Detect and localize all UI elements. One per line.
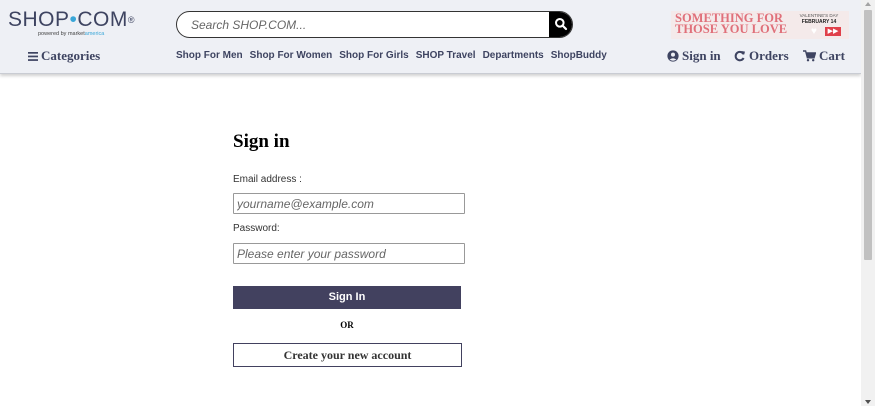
heart-icon: ♥ <box>811 26 817 37</box>
search-bar <box>176 11 573 38</box>
logo-wordmark: SHOP•COM® <box>8 8 136 31</box>
scroll-down-arrow-icon[interactable] <box>865 400 871 404</box>
password-field[interactable] <box>233 243 465 264</box>
promo-date: VALENTINE'S DAY FEBRUARY 14 <box>799 13 839 25</box>
search-button[interactable] <box>549 12 572 37</box>
valentines-promo-banner[interactable]: SOMETHING FOR THOSE YOU LOVE VALENTINE'S … <box>671 11 849 39</box>
signin-button[interactable]: Sign In <box>233 286 461 309</box>
logo-tagline: powered by marketamerica <box>38 31 105 37</box>
orders-link[interactable]: Orders <box>734 48 789 64</box>
site-logo[interactable]: SHOP•COM® powered by marketamerica <box>8 8 136 38</box>
categories-label: Categories <box>41 48 101 63</box>
site-header: SHOP•COM® powered by marketamerica SOMET… <box>0 0 861 74</box>
search-input[interactable] <box>191 15 551 34</box>
email-field[interactable] <box>233 193 465 214</box>
search-icon <box>555 18 568 31</box>
hamburger-icon <box>28 51 38 61</box>
promo-headline: SOMETHING FOR THOSE YOU LOVE <box>675 11 788 36</box>
main-nav: Shop For Men Shop For Women Shop For Gir… <box>176 50 614 61</box>
signin-link[interactable]: Sign in <box>667 48 721 64</box>
nav-item-shop-for-men[interactable]: Shop For Men <box>176 50 243 61</box>
email-label: Email address : <box>233 174 302 185</box>
nav-item-shop-for-girls[interactable]: Shop For Girls <box>339 50 408 61</box>
signin-link-label: Sign in <box>682 48 721 63</box>
orders-link-label: Orders <box>749 48 789 63</box>
categories-menu[interactable]: Categories <box>28 48 100 64</box>
create-account-button[interactable]: Create your new account <box>233 343 462 367</box>
password-label: Password: <box>233 223 280 234</box>
nav-item-departments[interactable]: Departments <box>483 50 544 61</box>
scroll-up-arrow-icon[interactable] <box>865 2 871 6</box>
scrollbar-thumb[interactable] <box>864 10 872 260</box>
or-divider: OR <box>340 320 354 330</box>
page-scrollbar[interactable] <box>861 0 875 406</box>
nav-item-shop-for-women[interactable]: Shop For Women <box>250 50 333 61</box>
cart-link[interactable]: Cart <box>803 48 845 64</box>
play-icon: ▶▶ <box>825 27 841 36</box>
nav-item-shop-travel[interactable]: SHOP Travel <box>416 50 476 61</box>
cart-icon <box>803 50 816 62</box>
nav-item-shopbuddy[interactable]: ShopBuddy <box>551 50 607 61</box>
refresh-icon <box>734 50 745 62</box>
cart-link-label: Cart <box>819 48 845 63</box>
page-title: Sign in <box>233 131 290 152</box>
user-icon <box>667 50 679 62</box>
